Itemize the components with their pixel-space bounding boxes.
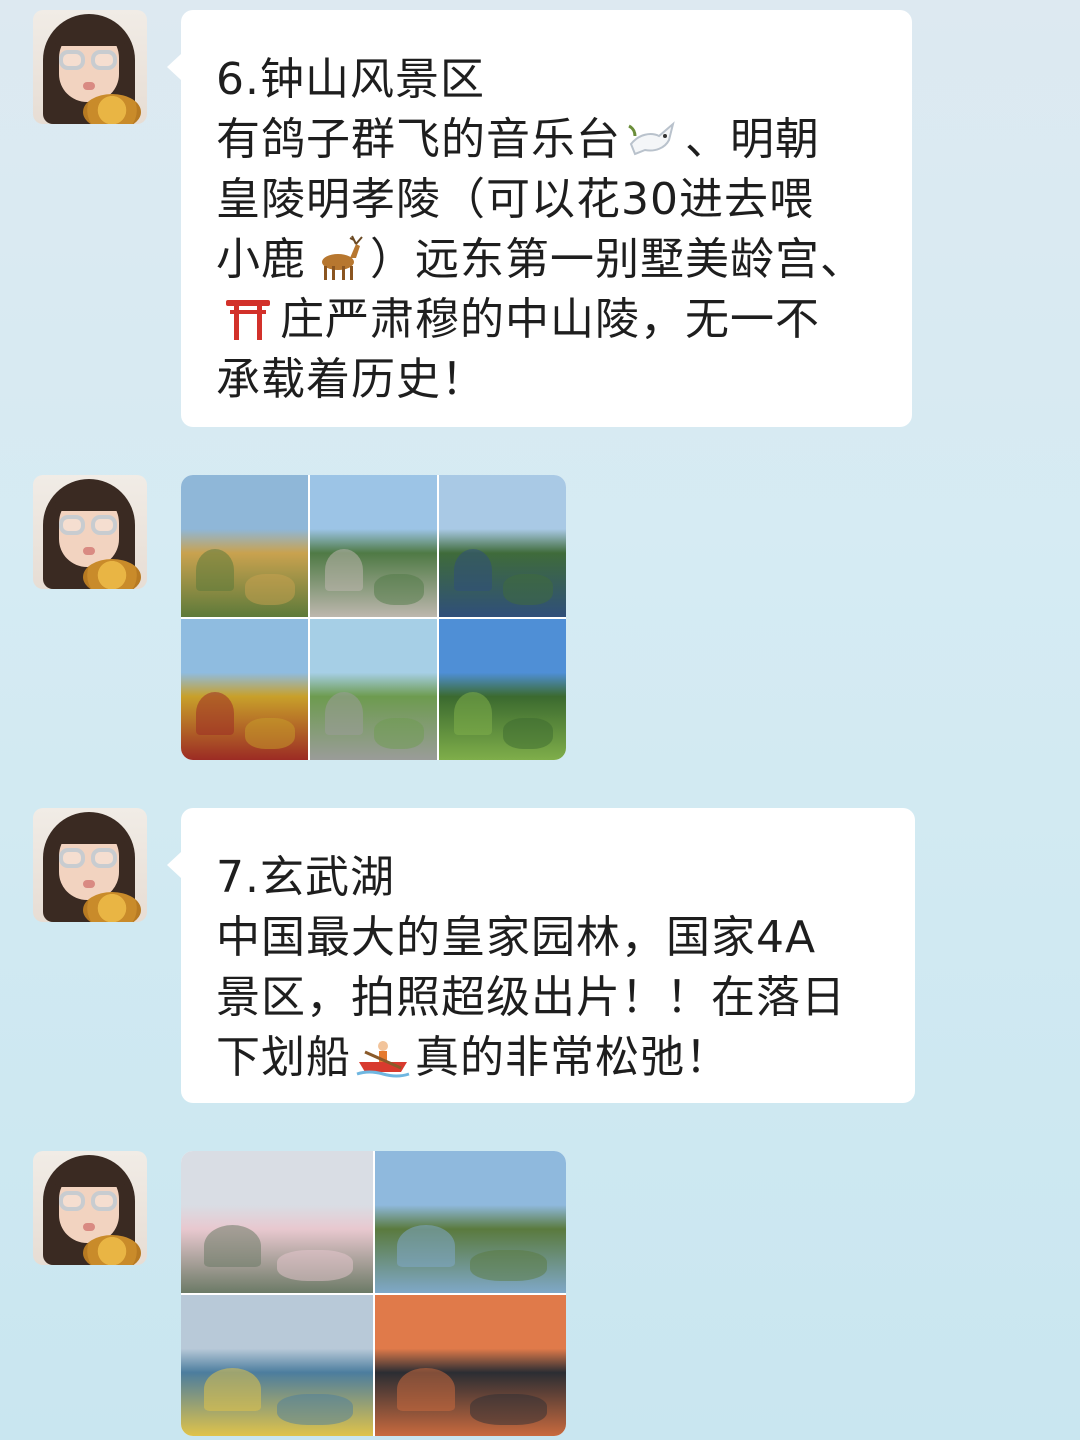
- text-segment: 皇陵明孝陵（可以花30进去喂: [216, 174, 814, 225]
- music-platform-doves-photo[interactable]: [310, 475, 437, 617]
- dove-icon: [625, 114, 681, 162]
- text-segment: 小鹿: [216, 234, 306, 285]
- ming-tomb-red-wall-photo[interactable]: [181, 618, 308, 760]
- photo-grid[interactable]: [181, 1151, 566, 1436]
- meiling-palace-photo[interactable]: [181, 475, 308, 617]
- text-segment: 中国最大的皇家园林，国家4A: [216, 912, 817, 963]
- chat-area: 6.钟山风景区有鸽子群飞的音乐台 、明朝皇陵明孝陵（可以花30进去喂 小鹿 ）远东第一…: [0, 0, 1080, 1440]
- paddle-boats-photo[interactable]: [181, 1294, 373, 1436]
- photo-grid[interactable]: [181, 475, 566, 760]
- deer-on-lawn-photo[interactable]: [439, 618, 566, 760]
- bubble-text-line: 景区，拍照超级出片！！在落日: [216, 968, 885, 1028]
- willow-lake-photo[interactable]: [374, 1151, 566, 1293]
- text-segment: 承载着历史！: [216, 354, 486, 405]
- sunset-skyline-photo[interactable]: [374, 1294, 566, 1436]
- bubble-heading: 7.玄武湖: [216, 848, 885, 908]
- bubble-heading: 6.钟山风景区: [216, 50, 882, 110]
- stone-elephants-path-photo[interactable]: [310, 618, 437, 760]
- avatar[interactable]: [33, 1151, 147, 1265]
- deer-icon: [310, 234, 366, 282]
- bubble-text-line: 中国最大的皇家园林，国家4A: [216, 908, 885, 968]
- bubble-text-line: 有鸽子群飞的音乐台 、明朝: [216, 110, 882, 170]
- bubble-text-line: 小鹿 ）远东第一别墅美龄宫、: [216, 230, 882, 290]
- avatar[interactable]: [33, 475, 147, 589]
- bubble-text-line: 下划船 真的非常松弛！: [216, 1028, 885, 1088]
- text-segment: 景区，拍照超级出片！！在落日: [216, 972, 846, 1023]
- text-segment: 6.钟山风景区: [216, 54, 485, 105]
- avatar[interactable]: [33, 10, 147, 124]
- text-bubble[interactable]: 7.玄武湖中国最大的皇家园林，国家4A 景区，拍照超级出片！！在落日 下划船 真的非常…: [167, 808, 915, 1103]
- text-segment: 、明朝: [685, 114, 820, 165]
- bubble-text-line: 承载着历史！: [216, 350, 882, 410]
- text-segment: ）远东第一别墅美龄宫、: [370, 234, 865, 285]
- rowboat-icon: [355, 1032, 411, 1080]
- cherry-blossom-lakeside-photo[interactable]: [181, 1151, 373, 1293]
- text-segment: 真的非常松弛！: [415, 1032, 730, 1083]
- bubble-text-line: 庄严肃穆的中山陵，无一不: [216, 290, 882, 350]
- text-segment: 7.玄武湖: [216, 852, 395, 903]
- sun-yat-sen-mausoleum-photo[interactable]: [439, 475, 566, 617]
- avatar[interactable]: [33, 808, 147, 922]
- torii-icon: [220, 294, 276, 342]
- bubble-text-line: 皇陵明孝陵（可以花30进去喂: [216, 170, 882, 230]
- text-bubble[interactable]: 6.钟山风景区有鸽子群飞的音乐台 、明朝皇陵明孝陵（可以花30进去喂 小鹿 ）远东第一…: [167, 10, 912, 427]
- text-segment: 下划船: [216, 1032, 351, 1083]
- text-segment: 庄严肃穆的中山陵，无一不: [280, 294, 820, 345]
- text-segment: 有鸽子群飞的音乐台: [216, 114, 621, 165]
